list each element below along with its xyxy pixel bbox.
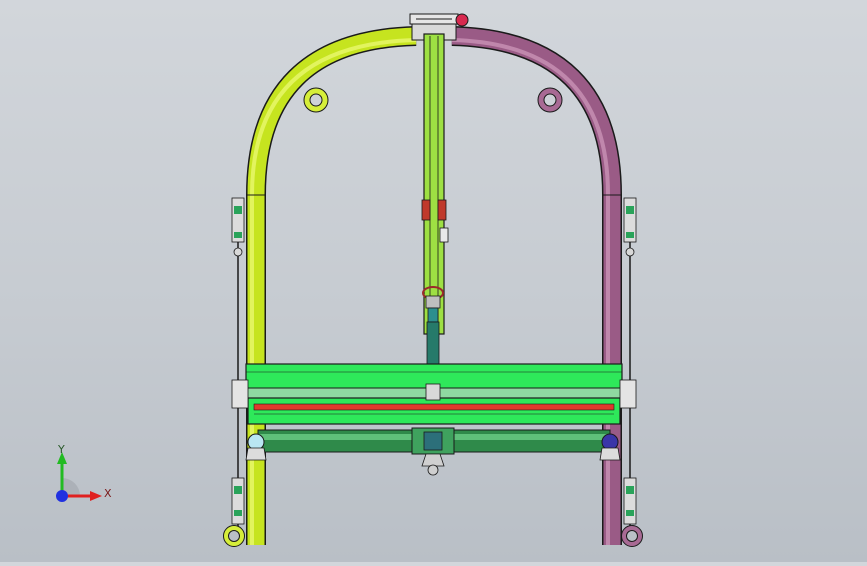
left-frame-tube[interactable] bbox=[246, 26, 417, 545]
right-frame-tube[interactable] bbox=[451, 26, 622, 545]
left-tension-rod[interactable] bbox=[231, 197, 245, 530]
left-bottom-ring[interactable] bbox=[223, 525, 245, 547]
left-crossbar-mount[interactable] bbox=[231, 379, 249, 409]
right-tension-rod[interactable] bbox=[623, 197, 637, 530]
center-vertical-arm[interactable] bbox=[421, 33, 449, 393]
x-axis-label: X bbox=[104, 487, 112, 500]
left-lifting-ring[interactable] bbox=[303, 87, 329, 113]
y-axis-label: Y bbox=[58, 443, 65, 456]
right-lifting-ring[interactable] bbox=[537, 87, 563, 113]
graphics-viewport[interactable] bbox=[0, 0, 867, 562]
right-bottom-ring[interactable] bbox=[621, 525, 643, 547]
reference-triad: Y X bbox=[40, 438, 120, 518]
right-crossbar-mount[interactable] bbox=[619, 379, 637, 409]
lower-roller[interactable] bbox=[257, 427, 611, 476]
main-crossbar[interactable] bbox=[233, 363, 635, 425]
z-axis-dot bbox=[56, 490, 68, 502]
x-axis-arrowhead bbox=[90, 491, 102, 501]
